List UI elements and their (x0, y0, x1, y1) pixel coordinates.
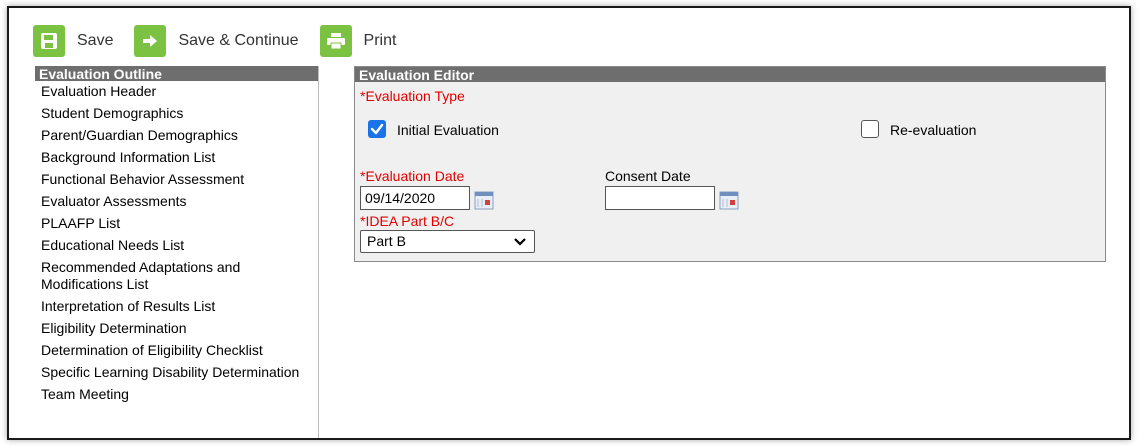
outline-list: Evaluation Header Student Demographics P… (35, 81, 318, 403)
reevaluation-checkbox[interactable] (861, 120, 879, 138)
consent-date-input[interactable] (605, 186, 715, 210)
outline-item-evaluation-header[interactable]: Evaluation Header (41, 83, 311, 100)
print-button[interactable]: Print (319, 25, 397, 57)
outline-title: Evaluation Outline (35, 66, 318, 81)
outline-item-team-meeting[interactable]: Team Meeting (41, 386, 311, 403)
outline-item-functional-behavior-assessment[interactable]: Functional Behavior Assessment (41, 171, 311, 188)
app-frame: Save Save & Continue Print Evaluation Ou… (7, 6, 1131, 440)
toolbar: Save Save & Continue Print (33, 24, 417, 58)
consent-date-label: Consent Date (605, 168, 691, 184)
evaluation-date-input[interactable]: 09/14/2020 (360, 186, 470, 210)
outline-item-student-demographics[interactable]: Student Demographics (41, 105, 311, 122)
print-label: Print (363, 32, 397, 49)
outline-item-evaluator-assessments[interactable]: Evaluator Assessments (41, 193, 311, 210)
printer-icon (319, 25, 352, 57)
outline-item-eligibility-determination[interactable]: Eligibility Determination (41, 320, 311, 337)
initial-evaluation-checkbox[interactable] (368, 120, 386, 138)
editor-title: Evaluation Editor (355, 67, 1105, 82)
outline-item-sld-determination[interactable]: Specific Learning Disability Determinati… (41, 364, 311, 381)
initial-evaluation-label[interactable]: Initial Evaluation (397, 122, 499, 138)
idea-part-value: Part B (367, 233, 406, 249)
evaluation-editor: Evaluation Editor *Evaluation Type Initi… (354, 66, 1106, 262)
save-continue-button[interactable]: Save & Continue (134, 25, 299, 57)
calendar-icon[interactable] (474, 190, 494, 210)
outline-item-plaafp-list[interactable]: PLAAFP List (41, 215, 311, 232)
reevaluation-label[interactable]: Re-evaluation (890, 122, 976, 138)
save-icon (33, 25, 65, 57)
save-button[interactable]: Save (33, 25, 113, 57)
arrow-right-icon (134, 25, 167, 57)
idea-part-label: *IDEA Part B/C (360, 213, 455, 229)
outline-item-parent-guardian-demographics[interactable]: Parent/Guardian Demographics (41, 127, 311, 144)
outline-item-educational-needs-list[interactable]: Educational Needs List (41, 237, 311, 254)
outline-item-interpretation-of-results[interactable]: Interpretation of Results List (41, 298, 311, 315)
idea-part-select[interactable]: Part B (360, 230, 535, 253)
evaluation-type-label: *Evaluation Type (360, 88, 465, 104)
chevron-down-icon (514, 237, 526, 246)
outline-item-determination-of-eligibility-checklist[interactable]: Determination of Eligibility Checklist (41, 342, 311, 359)
save-continue-label: Save & Continue (178, 32, 299, 49)
outline-item-recommended-adaptations[interactable]: Recommended Adaptations and Modification… (41, 259, 311, 293)
evaluation-outline: Evaluation Outline Evaluation Header Stu… (35, 66, 319, 438)
outline-item-background-information-list[interactable]: Background Information List (41, 149, 311, 166)
evaluation-date-label: *Evaluation Date (360, 168, 465, 184)
check-icon (370, 123, 384, 135)
calendar-icon[interactable] (719, 190, 739, 210)
save-label: Save (77, 32, 114, 49)
